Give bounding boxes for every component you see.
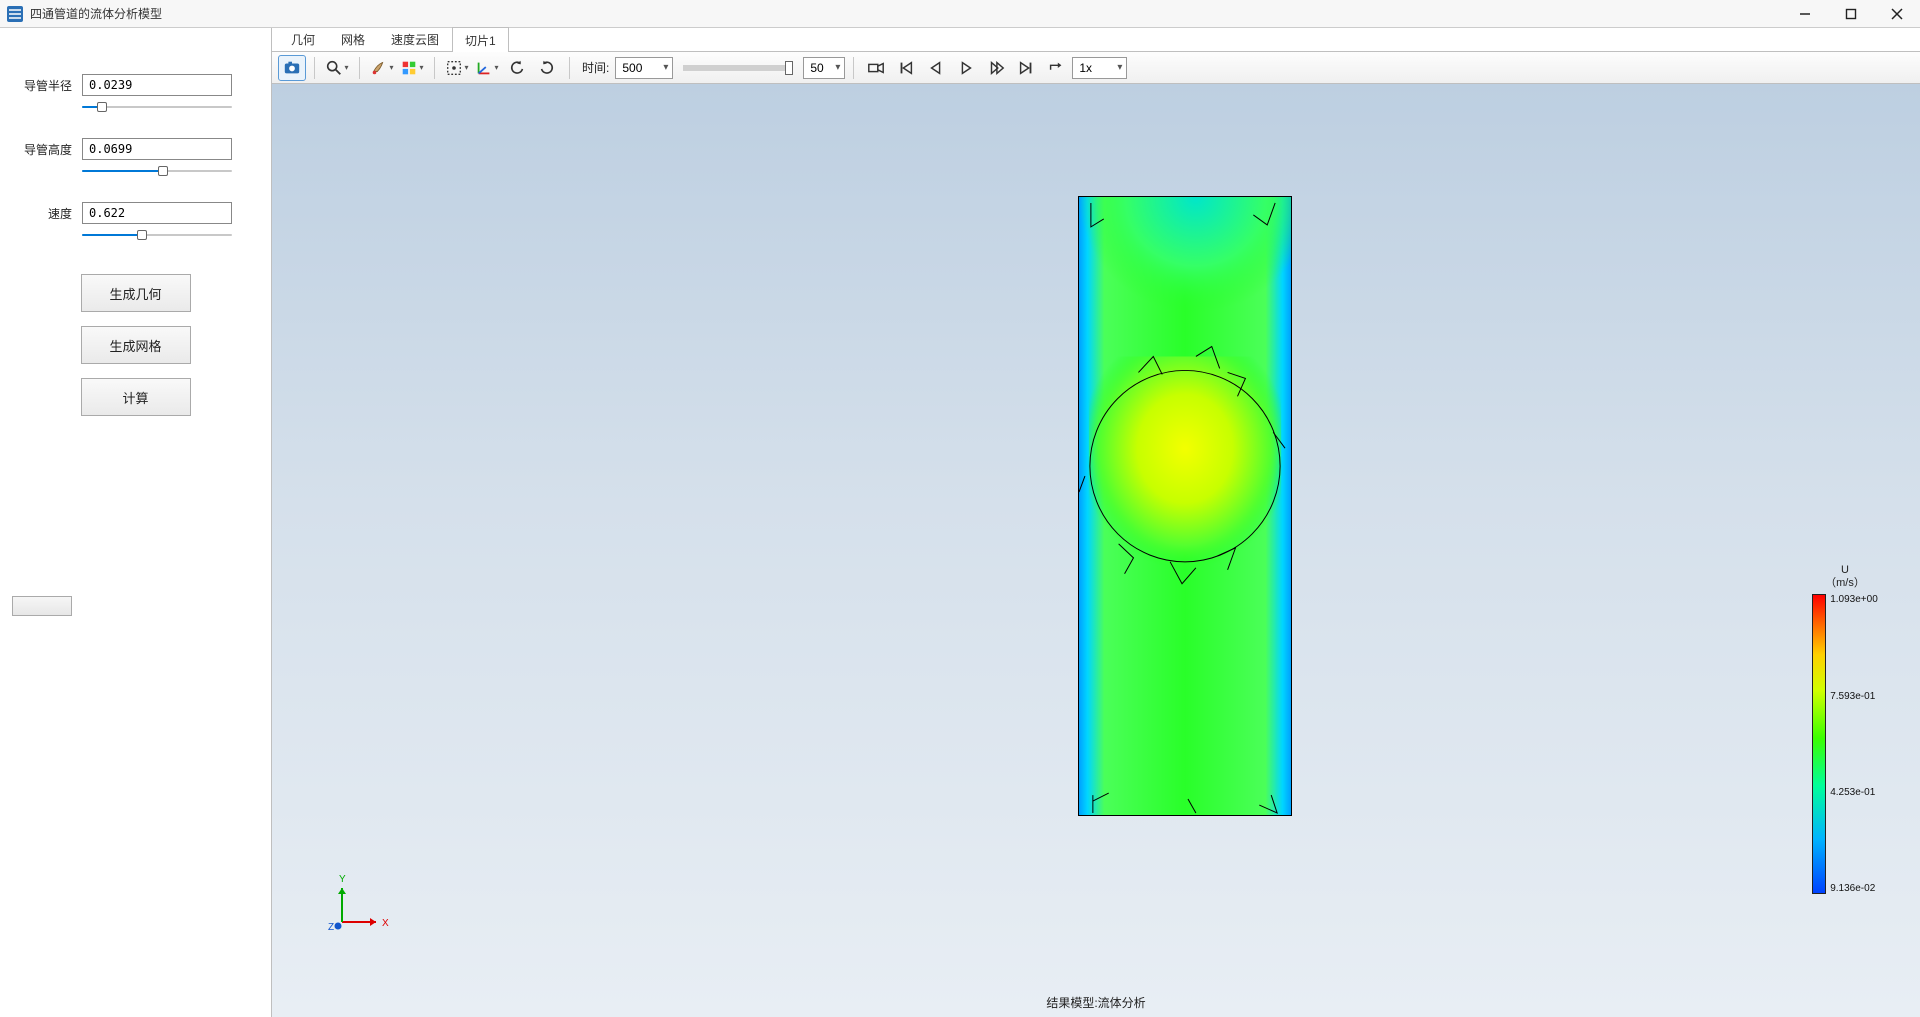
param-slider-velocity[interactable]: [82, 228, 232, 242]
view-tabs: 几何 网格 速度云图 切片1: [272, 28, 1920, 52]
viewport-toolbar: ▾ ▾ ▾ ▾ ▾ 时间: 500: [272, 52, 1920, 84]
window-minimize-button[interactable]: [1782, 0, 1828, 28]
legend-variable: U: [1825, 564, 1865, 577]
colormap-button[interactable]: ▾: [398, 55, 426, 81]
legend-color-bar: [1812, 594, 1826, 894]
param-slider-pipe-height[interactable]: [82, 164, 232, 178]
tab-slice1[interactable]: 切片1: [452, 27, 509, 52]
time-select[interactable]: 500: [615, 57, 673, 79]
generate-geometry-button[interactable]: 生成几何: [81, 274, 191, 312]
param-label-pipe-height: 导管高度: [0, 141, 72, 158]
svg-text:Y: Y: [339, 874, 346, 885]
compute-button[interactable]: 计算: [81, 378, 191, 416]
rotate-cw-button[interactable]: [533, 55, 561, 81]
step-forward-button[interactable]: [982, 55, 1010, 81]
tab-velocity-cloud[interactable]: 速度云图: [378, 26, 452, 51]
window-title: 四通管道的流体分析模型: [30, 5, 162, 22]
app-icon: [6, 5, 24, 23]
param-slider-pipe-radius[interactable]: [82, 100, 232, 114]
svg-text:Z: Z: [328, 922, 334, 933]
zoom-tool-button[interactable]: ▾: [323, 55, 351, 81]
legend-tick: 1.093e+00: [1830, 594, 1878, 605]
play-button[interactable]: [952, 55, 980, 81]
legend-tick: 7.593e-01: [1830, 691, 1878, 702]
param-input-pipe-height[interactable]: [82, 138, 232, 160]
axis-triad: X Y Z: [322, 872, 392, 947]
rotate-ccw-button[interactable]: [503, 55, 531, 81]
legend-ticks: 1.093e+00 7.593e-01 4.253e-01 9.136e-02: [1830, 594, 1878, 894]
param-input-pipe-radius[interactable]: [82, 74, 232, 96]
timeline-slider[interactable]: [683, 65, 793, 71]
window-close-button[interactable]: [1874, 0, 1920, 28]
skip-first-button[interactable]: [892, 55, 920, 81]
playback-speed-select[interactable]: 1x: [1072, 57, 1127, 79]
tab-mesh[interactable]: 网格: [328, 26, 378, 51]
skip-last-button[interactable]: [1012, 55, 1040, 81]
tab-geometry[interactable]: 几何: [278, 26, 328, 51]
viewport-3d[interactable]: X Y Z U （m/s）: [272, 84, 1920, 1017]
viewport-footer-label: 结果模型:流体分析: [1046, 994, 1145, 1011]
slice-result: [1078, 196, 1292, 816]
legend-tick: 9.136e-02: [1830, 883, 1878, 894]
frame-select[interactable]: 50: [803, 57, 845, 79]
generate-mesh-button[interactable]: 生成网格: [81, 326, 191, 364]
record-button[interactable]: [862, 55, 890, 81]
svg-text:X: X: [382, 918, 389, 929]
legend-unit: （m/s）: [1825, 577, 1865, 590]
axis-orientation-button[interactable]: ▾: [473, 55, 501, 81]
param-label-pipe-radius: 导管半径: [0, 77, 72, 94]
titlebar: 四通管道的流体分析模型: [0, 0, 1920, 28]
fit-view-button[interactable]: ▾: [443, 55, 471, 81]
window-maximize-button[interactable]: [1828, 0, 1874, 28]
param-input-velocity[interactable]: [82, 202, 232, 224]
step-back-button[interactable]: [922, 55, 950, 81]
legend-tick: 4.253e-01: [1830, 787, 1878, 798]
time-label: 时间:: [582, 59, 609, 76]
sidebar-blank-button[interactable]: [12, 596, 72, 616]
paint-tool-button[interactable]: ▾: [368, 55, 396, 81]
param-label-velocity: 速度: [0, 205, 72, 222]
loop-button[interactable]: [1042, 55, 1070, 81]
screenshot-button[interactable]: [278, 55, 306, 81]
sidebar: 导管半径 导管高度 速度 生成几何 生成网格 计算: [0, 28, 272, 1017]
color-legend: U （m/s） 1.093e+00 7.593e-01 4.253e-01 9.…: [1800, 564, 1890, 894]
